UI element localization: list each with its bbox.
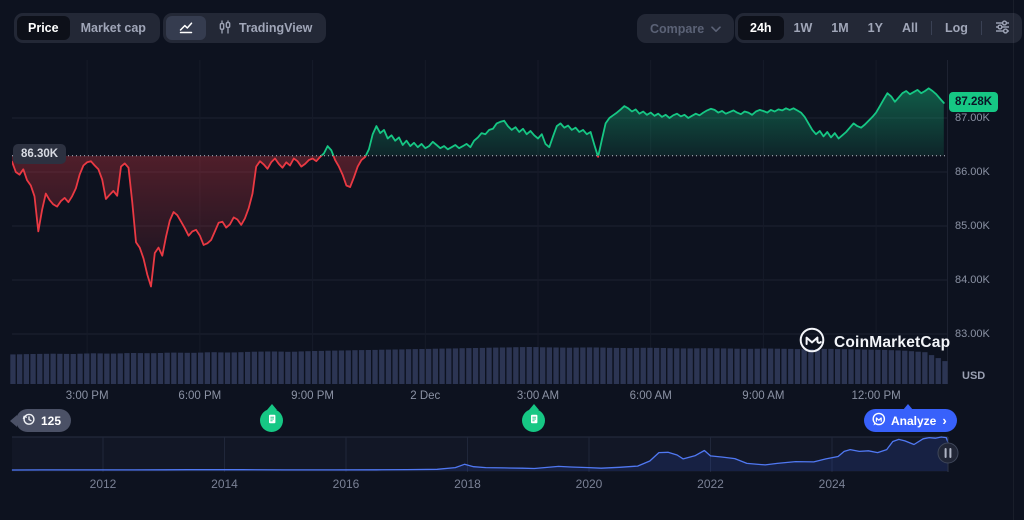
- range-24h[interactable]: 24h: [738, 16, 784, 40]
- page-divider: [1013, 0, 1014, 520]
- news-doc-icon: [266, 412, 278, 430]
- news-event-marker[interactable]: [260, 409, 283, 432]
- range-selector: 24h 1W 1M 1Y All Log: [735, 13, 1022, 43]
- compare-button[interactable]: Compare: [637, 14, 734, 43]
- analyze-chat-icon: [871, 412, 886, 430]
- currency-label: USD: [962, 370, 985, 382]
- watermark-text: CoinMarketCap: [834, 334, 950, 352]
- open-price-label: 86.30K: [13, 144, 66, 164]
- range-all[interactable]: All: [893, 16, 927, 40]
- range-1y[interactable]: 1Y: [859, 16, 892, 40]
- news-doc-icon: [528, 412, 540, 430]
- range-1w[interactable]: 1W: [785, 16, 822, 40]
- chevron-right-icon: ›: [942, 413, 946, 428]
- divider: [981, 21, 982, 35]
- analyze-label: Analyze: [891, 414, 936, 428]
- chart-type-toggle: TradingView: [163, 13, 326, 43]
- watermark: CoinMarketCap: [799, 327, 950, 358]
- history-events-button[interactable]: 125: [16, 409, 71, 432]
- analyze-button[interactable]: Analyze ›: [864, 409, 957, 432]
- price-marketcap-toggle: Price Market cap: [14, 13, 160, 43]
- price-chart-module: Price Market cap TradingView: [0, 0, 1024, 520]
- tab-price[interactable]: Price: [17, 16, 70, 40]
- coinmarketcap-logo-icon: [799, 327, 825, 358]
- candlestick-icon: [217, 19, 233, 38]
- minimap-drag-handle[interactable]: [938, 443, 958, 463]
- sliders-icon: [995, 20, 1010, 37]
- history-clock-icon: [22, 412, 36, 429]
- news-event-marker[interactable]: [522, 409, 545, 432]
- tradingview-toggle[interactable]: TradingView: [206, 16, 323, 40]
- tab-market-cap[interactable]: Market cap: [70, 16, 157, 40]
- history-count: 125: [41, 414, 61, 428]
- divider: [931, 21, 932, 35]
- log-scale-toggle[interactable]: Log: [936, 16, 977, 40]
- tradingview-label: TradingView: [239, 21, 312, 35]
- compare-label: Compare: [650, 22, 704, 36]
- line-chart-toggle[interactable]: [166, 16, 206, 40]
- price-chart-canvas[interactable]: [0, 0, 1024, 520]
- range-1m[interactable]: 1M: [822, 16, 857, 40]
- line-chart-icon: [178, 19, 194, 38]
- chevron-down-icon: [711, 22, 721, 36]
- current-price-badge: 87.28K: [949, 92, 998, 112]
